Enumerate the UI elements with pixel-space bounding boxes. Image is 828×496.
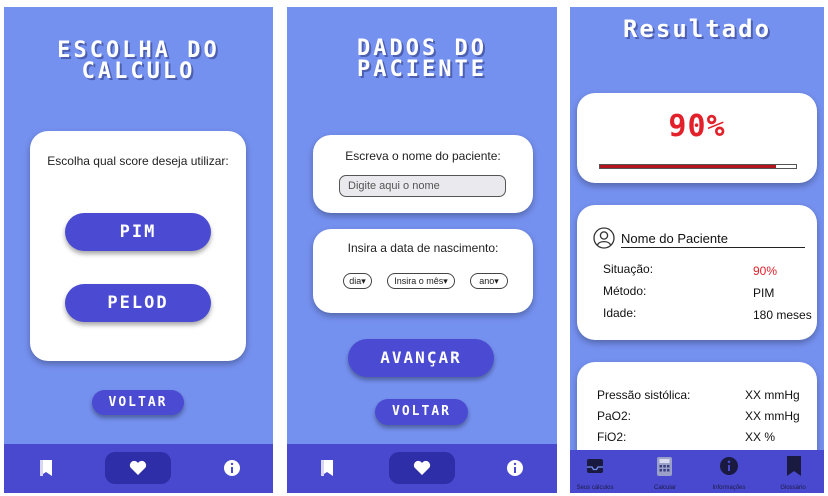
score-prompt: Escolha qual score deseja utilizar: — [47, 154, 229, 168]
nav-glossario[interactable]: Glossário — [768, 450, 818, 493]
bottom-nav: Seus cálculos Calcular Informações Gloss… — [570, 450, 824, 493]
nav-label-glossario: Glossário — [780, 485, 806, 491]
year-select-value: ano — [479, 276, 495, 286]
result-card: 90% — [577, 93, 817, 183]
chevron-down-icon: ▾ — [361, 275, 366, 286]
chevron-down-icon: ▾ — [494, 275, 499, 286]
heart-icon[interactable] — [389, 452, 455, 484]
patient-name: Nome do Paciente — [621, 231, 805, 248]
heart-icon[interactable] — [105, 452, 171, 484]
inbox-icon — [585, 456, 605, 481]
book-icon[interactable] — [34, 453, 58, 483]
idade-label: Idade: — [603, 306, 637, 320]
user-icon — [593, 227, 615, 254]
pressao-label: Pressão sistólica: — [597, 388, 691, 402]
metodo-value: PIM — [753, 286, 775, 300]
page-title: ESCOLHA DO CALCULO — [4, 40, 273, 84]
metodo-label: Método: — [603, 284, 647, 298]
score-card: Escolha qual score deseja utilizar: PIM … — [30, 131, 246, 361]
idade-value: 180 meses — [753, 308, 812, 322]
page-title: DADOS DO PACIENTE — [287, 38, 557, 82]
advance-button[interactable]: AVANÇAR — [348, 339, 494, 377]
name-card: Escreva o nome do paciente: Digite aqui … — [313, 135, 533, 213]
title-line-2: CALCULO — [81, 58, 196, 84]
nav-seus-calculos[interactable]: Seus cálculos — [570, 450, 620, 493]
day-select-value: dia — [349, 276, 362, 286]
result-progress-bar — [599, 164, 797, 169]
nav-label-calculos: Seus cálculos — [576, 485, 614, 491]
pim-button[interactable]: PIM — [65, 213, 211, 251]
patient-card: Nome do Paciente Situação: 90% Método: P… — [577, 205, 817, 340]
info-icon[interactable] — [503, 453, 527, 483]
pao2-value: XX mmHg — [745, 409, 800, 423]
bottom-nav — [4, 444, 273, 493]
result-percent: 90% — [668, 109, 726, 144]
month-select[interactable]: Insira o mês ▾ — [387, 273, 455, 289]
book-icon — [785, 455, 803, 482]
back-button[interactable]: VOLTAR — [375, 399, 468, 425]
birthdate-card: Insira a data de nascimento: dia ▾ Insir… — [313, 229, 533, 313]
fio2-label: FiO2: — [597, 430, 627, 444]
screen-dados-paciente: DADOS DO PACIENTE Escreva o nome do paci… — [287, 7, 557, 493]
month-select-value: Insira o mês — [394, 276, 444, 286]
bottom-nav — [287, 444, 557, 493]
nav-informacoes[interactable]: Informações — [704, 450, 754, 493]
year-select[interactable]: ano ▾ — [470, 273, 508, 289]
name-prompt: Escreva o nome do paciente: — [345, 149, 501, 163]
title-line-2: PACIENTE — [357, 56, 487, 82]
book-icon[interactable] — [315, 453, 339, 483]
back-button[interactable]: VOLTAR — [92, 390, 184, 415]
pressao-value: XX mmHg — [745, 388, 800, 402]
fio2-value: XX % — [745, 430, 776, 444]
nav-label-calcular: Calcular — [653, 485, 676, 491]
name-input[interactable]: Digite aqui o nome — [339, 175, 506, 197]
info-icon[interactable] — [220, 453, 244, 483]
day-select[interactable]: dia ▾ — [343, 273, 372, 289]
info-icon — [719, 456, 739, 481]
chevron-down-icon: ▾ — [443, 275, 448, 286]
result-progress-fill — [600, 165, 777, 168]
pao2-label: PaO2: — [597, 409, 632, 423]
page-title: Resultado — [622, 15, 772, 43]
screen-escolha-calculo: ESCOLHA DO CALCULO Escolha qual score de… — [4, 7, 273, 493]
calculator-icon — [656, 456, 673, 482]
nav-calcular[interactable]: Calcular — [640, 450, 690, 493]
nav-label-informacoes: Informações — [712, 485, 746, 491]
situacao-value: 90% — [753, 264, 778, 278]
pelod-button[interactable]: PELOD — [65, 284, 211, 322]
situacao-label: Situação: — [603, 262, 654, 276]
birthdate-prompt: Insira a data de nascimento: — [347, 241, 499, 255]
screen-resultado: Resultado 90% Nome do Paciente Situação:… — [570, 7, 824, 493]
